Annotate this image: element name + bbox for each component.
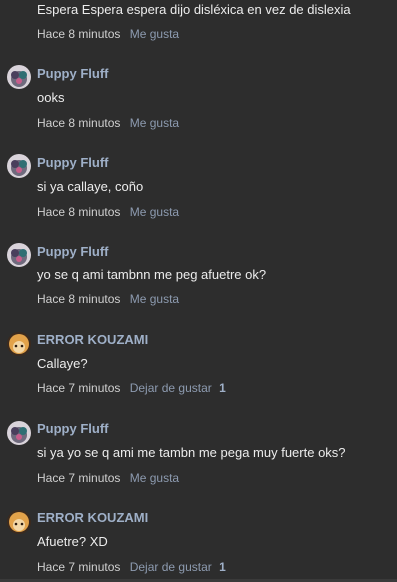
comment-timestamp: Hace 7 minutos — [37, 560, 121, 574]
comment-meta: Hace 8 minutos Me gusta — [37, 292, 179, 306]
avatar[interactable] — [7, 154, 31, 178]
comment-meta: Hace 7 minutos Dejar de gustar 1 — [37, 560, 226, 574]
comment-timestamp: Hace 7 minutos — [37, 471, 121, 485]
like-count: 1 — [219, 560, 226, 574]
comment-text: yo se q ami tambnn me peg afuetre ok? — [37, 267, 267, 282]
comment-text: ooks — [37, 90, 65, 105]
avatar[interactable] — [7, 421, 31, 445]
comment-author[interactable]: ERROR KOUZAMI — [37, 510, 148, 525]
comment-author[interactable]: Puppy Fluff — [37, 155, 109, 170]
comment-timestamp: Hace 8 minutos — [37, 205, 121, 219]
comment-author[interactable]: Puppy Fluff — [37, 421, 109, 436]
comment-text: Espera Espera espera dijo disléxica en v… — [37, 2, 351, 17]
like-button[interactable]: Me gusta — [130, 116, 179, 130]
comment-meta: Hace 8 minutos Me gusta — [37, 27, 179, 41]
comment-text: Callaye? — [37, 356, 88, 371]
error-avatar-icon — [7, 332, 31, 356]
avatar[interactable] — [7, 65, 31, 89]
comment-author[interactable]: ERROR KOUZAMI — [37, 332, 148, 347]
unlike-button[interactable]: Dejar de gustar — [130, 381, 212, 395]
comment-meta: Hace 8 minutos Me gusta — [37, 116, 179, 130]
like-button[interactable]: Me gusta — [130, 27, 179, 41]
comment-author[interactable]: Puppy Fluff — [37, 244, 109, 259]
like-button[interactable]: Me gusta — [130, 471, 179, 485]
error-avatar-icon — [7, 510, 31, 534]
comment-timestamp: Hace 8 minutos — [37, 116, 121, 130]
like-button[interactable]: Me gusta — [130, 292, 179, 306]
puppy-avatar-icon — [7, 421, 31, 445]
avatar[interactable] — [7, 243, 31, 267]
comment-timestamp: Hace 8 minutos — [37, 292, 121, 306]
like-button[interactable]: Me gusta — [130, 205, 179, 219]
comment-timestamp: Hace 7 minutos — [37, 381, 121, 395]
comment-author[interactable]: Puppy Fluff — [37, 66, 109, 81]
unlike-button[interactable]: Dejar de gustar — [130, 560, 212, 574]
puppy-avatar-icon — [7, 243, 31, 267]
comment-text: Afuetre? XD — [37, 534, 108, 549]
puppy-avatar-icon — [7, 65, 31, 89]
puppy-avatar-icon — [7, 154, 31, 178]
comment-meta: Hace 7 minutos Dejar de gustar 1 — [37, 381, 226, 395]
like-count: 1 — [219, 381, 226, 395]
comment-text: si ya yo se q ami me tambn me pega muy f… — [37, 445, 346, 460]
comment-text: si ya callaye, coño — [37, 179, 144, 194]
comment-meta: Hace 7 minutos Me gusta — [37, 471, 179, 485]
comment-timestamp: Hace 8 minutos — [37, 27, 121, 41]
comment-meta: Hace 8 minutos Me gusta — [37, 205, 179, 219]
avatar[interactable] — [7, 332, 31, 356]
avatar[interactable] — [7, 510, 31, 534]
